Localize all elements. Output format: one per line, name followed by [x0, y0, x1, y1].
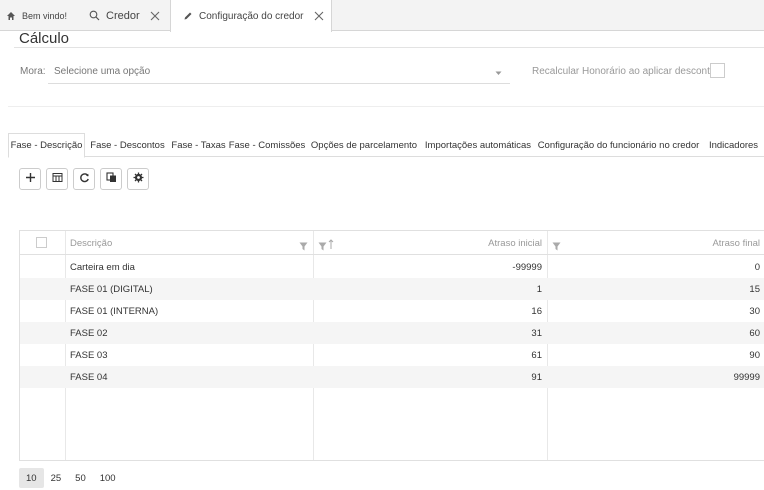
- recalcular-checkbox[interactable]: [710, 63, 725, 78]
- table-row[interactable]: FASE 01 (INTERNA) 16 30: [20, 300, 764, 322]
- filter-icon[interactable]: [299, 238, 308, 256]
- table-row[interactable]: FASE 01 (DIGITAL) 1 15: [20, 278, 764, 300]
- tab-label: Bem vindo!: [22, 10, 68, 21]
- column-header-atraso-final[interactable]: Atraso final: [553, 231, 760, 255]
- tab-configuracao-do-credor[interactable]: Configuração do credor: [170, 0, 332, 32]
- grid-header: Descrição Atraso inicial Atraso final: [20, 231, 764, 255]
- column-header-atraso-inicial[interactable]: Atraso inicial: [320, 231, 542, 255]
- cell-atraso-final: 99999: [733, 371, 760, 383]
- fase-grid: Descrição Atraso inicial Atraso final Ca…: [19, 230, 764, 461]
- sub-tab-bar: Fase - Descrição Fase - Descontos Fase -…: [8, 133, 764, 158]
- table-row[interactable]: FASE 03 61 90: [20, 344, 764, 366]
- cell-atraso-final: 60: [749, 327, 760, 339]
- page-size-selector: 10 25 50 100: [19, 468, 123, 488]
- panel-divider: [8, 106, 764, 107]
- cell-atraso-final: 0: [754, 261, 760, 273]
- export-icon: [52, 170, 63, 188]
- settings-button[interactable]: [127, 168, 149, 190]
- mora-select[interactable]: Selecione uma opção: [48, 60, 510, 84]
- cell-atraso-inicial: 31: [531, 327, 542, 339]
- page-size-25[interactable]: 25: [44, 468, 69, 488]
- tab-configuracao-funcionario[interactable]: Configuração do funcionário no credor: [536, 133, 701, 157]
- mora-label: Mora:: [20, 66, 46, 77]
- cell-atraso-inicial: 1: [536, 283, 542, 295]
- tab-importacoes-automaticas[interactable]: Importações automáticas: [422, 133, 534, 157]
- add-icon: [25, 170, 36, 188]
- cell-atraso-final: 30: [749, 305, 760, 317]
- tab-fase-comissoes[interactable]: Fase - Comissões: [229, 133, 306, 157]
- export-button[interactable]: [46, 168, 68, 190]
- tab-fase-taxas[interactable]: Fase - Taxas: [170, 133, 227, 157]
- top-tab-bar: Bem vindo! Credor Configuração do credor: [0, 0, 764, 32]
- column-header-descricao[interactable]: Descrição: [70, 231, 112, 255]
- close-icon[interactable]: [150, 11, 160, 21]
- cell-atraso-final: 15: [749, 283, 760, 295]
- tab-indicadores[interactable]: Indicadores: [703, 133, 764, 157]
- pencil-icon: [183, 11, 193, 21]
- cell-atraso-inicial: -99999: [512, 261, 542, 273]
- refresh-button[interactable]: [73, 168, 95, 190]
- tab-credor[interactable]: Credor: [89, 0, 160, 31]
- home-icon: [6, 11, 16, 21]
- settings-icon: [133, 170, 144, 188]
- tab-label: Configuração do credor: [199, 10, 304, 22]
- cell-atraso-inicial: 61: [531, 349, 542, 361]
- cell-descricao: FASE 01 (INTERNA): [70, 305, 159, 317]
- cell-descricao: FASE 03: [70, 349, 108, 361]
- chevron-down-icon: [495, 68, 502, 79]
- cell-atraso-final: 90: [749, 349, 760, 361]
- page-size-100[interactable]: 100: [93, 468, 123, 488]
- tab-fase-descricao[interactable]: Fase - Descrição: [8, 133, 85, 158]
- cell-descricao: FASE 04: [70, 371, 108, 383]
- tab-opcoes-de-parcelamento[interactable]: Opções de parcelamento: [308, 133, 420, 157]
- add-button[interactable]: [19, 168, 41, 190]
- mora-placeholder: Selecione uma opção: [54, 66, 151, 77]
- tab-fase-descontos[interactable]: Fase - Descontos: [87, 133, 168, 157]
- copy-button[interactable]: [100, 168, 122, 190]
- table-row[interactable]: FASE 04 91 99999: [20, 366, 764, 388]
- close-icon[interactable]: [314, 11, 324, 21]
- cell-atraso-inicial: 91: [531, 371, 542, 383]
- cell-descricao: FASE 01 (DIGITAL): [70, 283, 153, 295]
- cell-descricao: FASE 02: [70, 327, 108, 339]
- tab-label: Credor: [106, 9, 140, 22]
- cell-descricao: Carteira em dia: [70, 261, 135, 273]
- cell-atraso-inicial: 16: [531, 305, 542, 317]
- page-size-10[interactable]: 10: [19, 468, 44, 488]
- table-row[interactable]: FASE 02 31 60: [20, 322, 764, 344]
- select-all-checkbox[interactable]: [36, 237, 47, 248]
- section-title: Cálculo: [19, 30, 70, 47]
- search-icon: [89, 10, 100, 21]
- table-row[interactable]: Carteira em dia -99999 0: [20, 256, 764, 278]
- page-size-50[interactable]: 50: [68, 468, 93, 488]
- copy-icon: [105, 170, 117, 188]
- recalcular-label: Recalcular Honorário ao aplicar desconto…: [532, 66, 724, 77]
- refresh-icon: [79, 170, 90, 188]
- tab-bem-vindo[interactable]: Bem vindo!: [6, 0, 67, 31]
- section-divider: [14, 47, 764, 48]
